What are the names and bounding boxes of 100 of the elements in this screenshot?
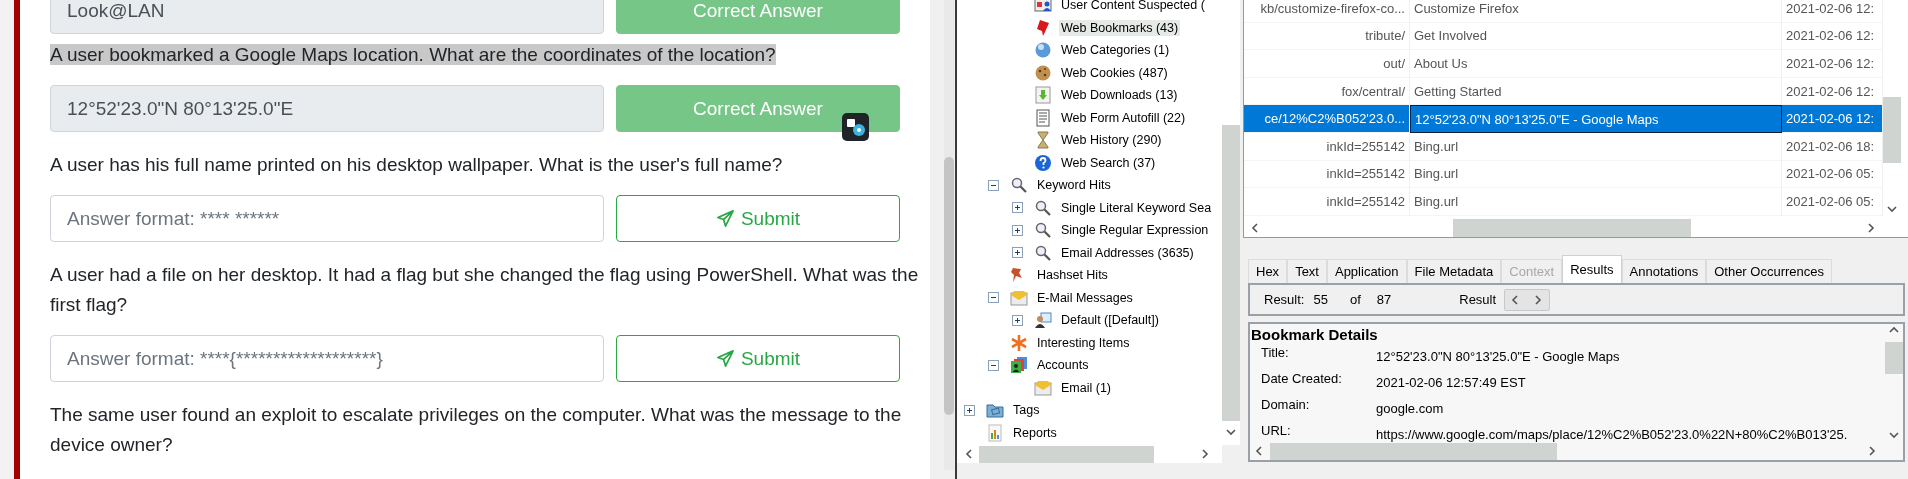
table-cell[interactable]: 2021-02-06 05:: [1782, 160, 1883, 189]
field-label: Domain:: [1260, 397, 1311, 414]
field-label: URL:: [1260, 423, 1292, 440]
answer-field[interactable]: Answer format: ****{*******************}: [50, 335, 604, 382]
envelope-icon: [1034, 378, 1052, 397]
collapse-icon[interactable]: [988, 292, 999, 304]
bookmark-icon: [1034, 18, 1052, 37]
search-icon: [1034, 198, 1052, 217]
tree-item[interactable]: User Content Suspected (: [1059, 0, 1207, 14]
tree-item[interactable]: Web Bookmarks (43): [1059, 19, 1181, 36]
of-label: of: [1349, 292, 1361, 307]
answer-field[interactable]: Look@LAN: [50, 0, 604, 34]
tab[interactable]: Results: [1562, 255, 1622, 283]
field-value: 12°52'23.0"N 80°13'25.0"E - Google Maps: [1376, 348, 1620, 366]
table-cell[interactable]: 2021-02-06 12:: [1782, 50, 1883, 78]
collapse-icon[interactable]: [988, 359, 999, 371]
tree-item[interactable]: Default ([Default]): [1059, 312, 1161, 329]
tree-item[interactable]: Hashset Hits: [1035, 267, 1110, 284]
result-nav-label: Result: [1459, 292, 1497, 307]
tree-item[interactable]: Keyword Hits: [1035, 177, 1113, 194]
tree-item[interactable]: Email (1): [1059, 379, 1113, 396]
table-cell[interactable]: 2021-02-06 12:: [1782, 0, 1883, 23]
table-cell[interactable]: Bing.url: [1410, 160, 1782, 189]
table-cell[interactable]: inkId=255142: [1244, 132, 1410, 161]
hourglass-icon: [1034, 131, 1052, 150]
tree-item[interactable]: Web History (290): [1059, 132, 1164, 149]
folder-icon: [986, 401, 1004, 420]
table-cell[interactable]: tribute/: [1244, 22, 1410, 51]
tree-item[interactable]: Email Addresses (3635): [1059, 244, 1196, 261]
expand-icon[interactable]: [1012, 247, 1023, 259]
id-card-icon: [1034, 0, 1052, 15]
answer-field[interactable]: 12°52'23.0"N 80°13'25.0"E: [50, 85, 604, 132]
table-cell[interactable]: 2021-02-06 12:: [1782, 105, 1883, 133]
question-text: The same user found an exploit to escalate privileges on the computer. What was the message to the device owner?: [50, 404, 902, 455]
tree-item[interactable]: Web Categories (1): [1059, 42, 1172, 59]
envelope-icon: [1010, 288, 1028, 307]
table-cell[interactable]: Bing.url: [1410, 132, 1782, 161]
tab[interactable]: Other Occurrences: [1706, 259, 1832, 283]
table-cell[interactable]: Customize Firefox: [1410, 0, 1782, 23]
tree-item[interactable]: Reports: [1011, 424, 1059, 441]
contacts-icon: [1010, 356, 1028, 375]
help-icon: [1034, 153, 1052, 172]
tree-item[interactable]: Web Search (37): [1059, 154, 1158, 171]
expand-icon[interactable]: [1012, 202, 1023, 214]
tree-item[interactable]: Accounts: [1035, 357, 1091, 374]
table-cell[interactable]: 12°52'23.0"N 80°13'25.0"E - Google Maps: [1410, 105, 1782, 133]
result-total: 87: [1376, 292, 1392, 307]
contact-icon: [1034, 311, 1052, 330]
expand-icon[interactable]: [1012, 314, 1023, 326]
tree-item[interactable]: Web Form Autofill (22): [1059, 109, 1188, 126]
result-number: 55: [1313, 292, 1328, 307]
tree-item[interactable]: Web Downloads (13): [1059, 87, 1180, 104]
table-cell[interactable]: Get Involved: [1410, 22, 1782, 51]
horizontal-scrollbar[interactable]: [957, 445, 1222, 463]
search-icon: [1034, 243, 1052, 262]
table-cell[interactable]: About Us: [1410, 50, 1782, 78]
table-cell[interactable]: 2021-02-06 12:: [1782, 22, 1883, 51]
question-text: A user had a file on her desktop. It had a flag but she changed the flag using PowerShell. What was the first flag?: [50, 264, 919, 315]
app-badge-icon[interactable]: [842, 113, 869, 141]
tab[interactable]: File Metadata: [1406, 259, 1502, 283]
download-icon: [1034, 86, 1052, 105]
tree-item[interactable]: Interesting Items: [1035, 334, 1132, 351]
expand-icon[interactable]: [964, 404, 975, 416]
tree-item[interactable]: Web Cookies (487): [1059, 64, 1170, 81]
field-value: 2021-02-06 12:57:49 EST: [1376, 374, 1526, 392]
tab[interactable]: Annotations: [1621, 259, 1707, 283]
table-cell[interactable]: kb/customize-firefox-co...: [1244, 0, 1410, 23]
tree-item[interactable]: Single Regular Expression: [1059, 222, 1211, 239]
table-cell[interactable]: ce/12%C2%B052'23.0...: [1244, 105, 1410, 133]
asterisk-icon: [1010, 333, 1028, 352]
table-cell[interactable]: Bing.url: [1410, 188, 1782, 216]
field-label: Title:: [1260, 345, 1290, 362]
search-icon: [1010, 176, 1028, 195]
table-cell[interactable]: 2021-02-06 05:: [1782, 188, 1883, 216]
form-icon: [1034, 108, 1052, 127]
question-text: A user has his full name printed on his desktop wallpaper. What is the user's full name?: [50, 154, 783, 175]
field-label: Date Created:: [1260, 371, 1343, 388]
search-icon: [1034, 221, 1052, 240]
field-value: https://www.google.com/maps/place/12%C2%B052'23.0%22N+80%C2%B013'25.: [1376, 426, 1848, 442]
field-value: google.com: [1376, 400, 1444, 418]
page-scrollbar[interactable]: [944, 0, 954, 470]
table-cell[interactable]: out/: [1244, 50, 1410, 78]
question-text: A user bookmarked a Google Maps location. What are the coordinates of the location?: [50, 44, 776, 65]
expand-icon[interactable]: [1012, 224, 1023, 236]
details-heading: Bookmark Details: [1251, 326, 1379, 343]
tree-item[interactable]: E-Mail Messages: [1035, 289, 1135, 306]
globe-icon: [1034, 41, 1052, 60]
tab[interactable]: Application: [1326, 259, 1407, 283]
table-cell[interactable]: inkId=255142: [1244, 188, 1410, 216]
result-label: Result:: [1264, 292, 1305, 307]
send-icon: [715, 209, 735, 228]
collapse-icon[interactable]: [988, 179, 999, 191]
tab[interactable]: Text: [1287, 259, 1327, 283]
tree-item[interactable]: Single Literal Keyword Sea: [1059, 199, 1214, 216]
bar-chart-icon: [986, 423, 1004, 442]
send-icon: [715, 349, 735, 368]
tree-item[interactable]: Tags: [1011, 402, 1042, 419]
answer-field[interactable]: Answer format: **** ******: [50, 195, 604, 242]
tab[interactable]: Hex: [1248, 259, 1288, 283]
table-cell[interactable]: inkId=255142: [1244, 160, 1410, 189]
